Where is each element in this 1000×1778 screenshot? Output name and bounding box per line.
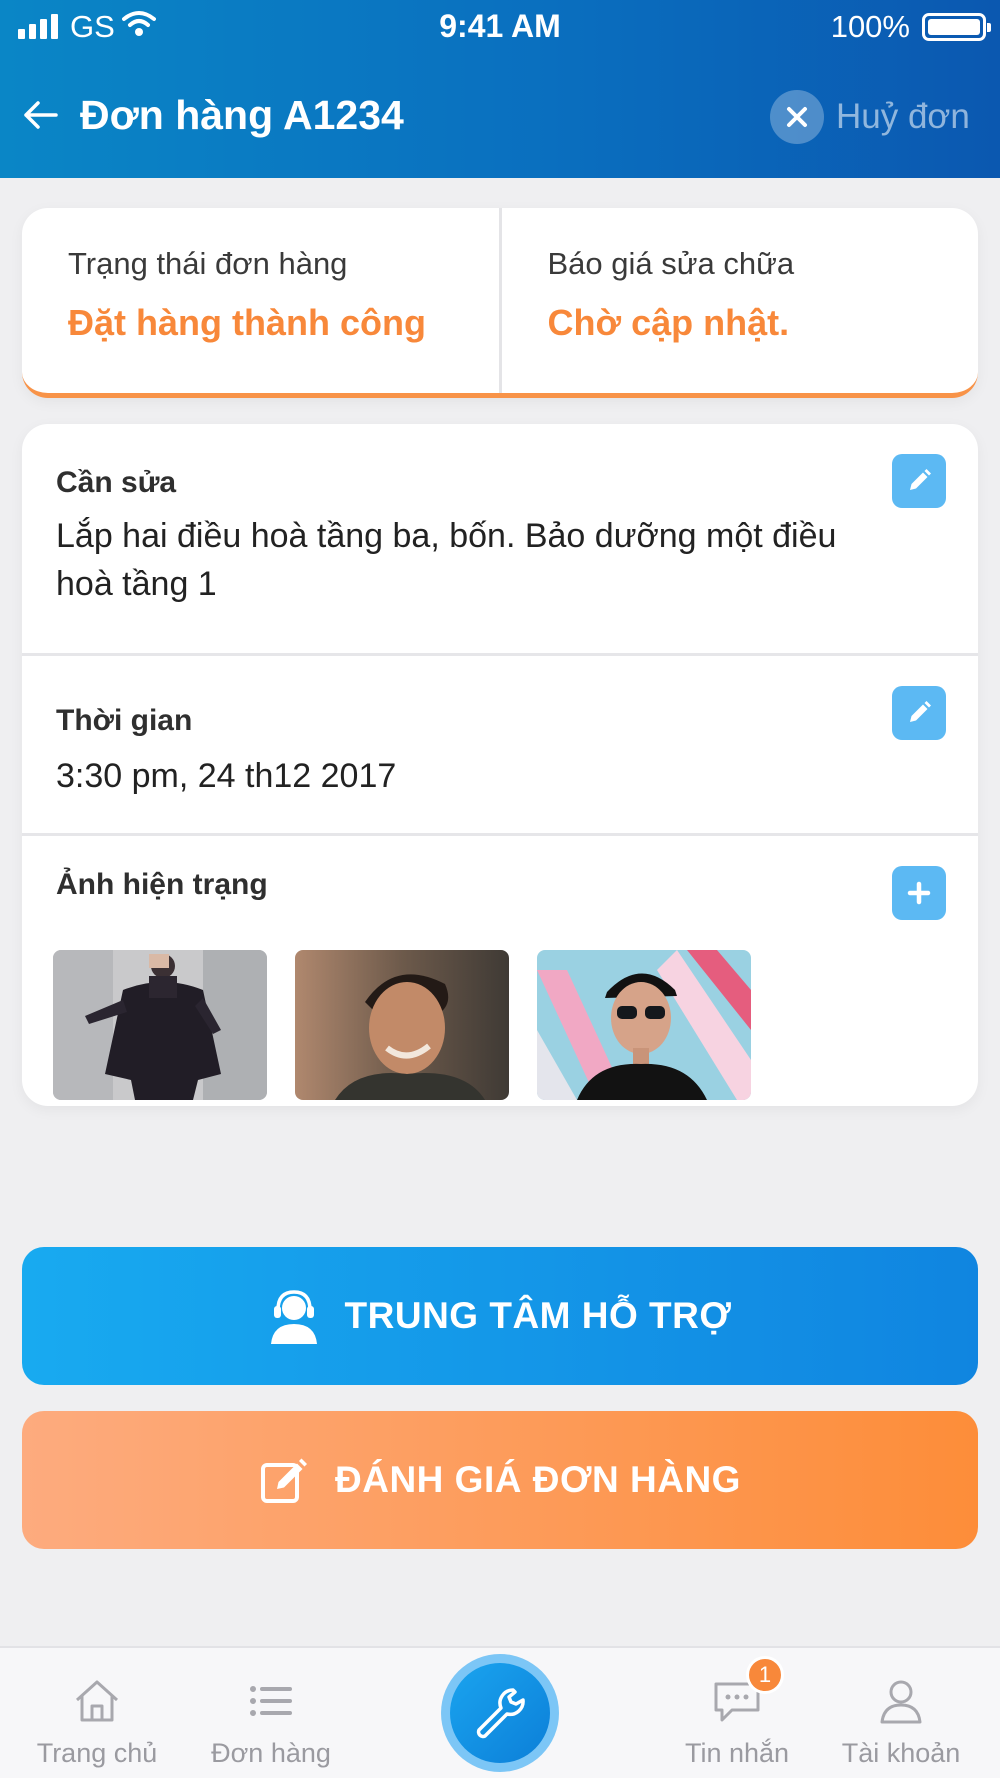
arrow-left-icon[interactable] — [20, 94, 62, 136]
order-details-card: Cần sửa Lắp hai điều hoà tầng ba, bốn. B… — [22, 424, 978, 1106]
tab-messages[interactable]: Tin nhắn — [662, 1648, 812, 1778]
support-center-button[interactable]: TRUNG TÂM HỖ TRỢ — [22, 1247, 978, 1385]
repair-need-title: Cần sửa — [56, 466, 177, 499]
schedule-value: 3:30 pm, 24 th12 2017 — [56, 757, 397, 795]
cancel-order-button[interactable]: Huỷ đơn — [770, 90, 970, 144]
photo-smiling-man[interactable] — [295, 950, 509, 1100]
photo-man-sunglasses[interactable] — [537, 950, 751, 1100]
tab-home[interactable]: Trang chủ — [22, 1648, 172, 1778]
photo-woman-black-dress[interactable] — [53, 950, 267, 1100]
support-center-label: TRUNG TÂM HỖ TRỢ — [344, 1295, 732, 1336]
rate-order-label: ĐÁNH GIÁ ĐƠN HÀNG — [335, 1459, 741, 1500]
schedule-section: Thời gian 3:30 pm, 24 th12 2017 — [22, 656, 978, 836]
photos-section: Ảnh hiện trạng — [22, 836, 978, 1106]
close-icon — [770, 90, 824, 144]
pencil-icon — [910, 469, 931, 490]
edit-time-button[interactable] — [892, 686, 946, 740]
status-bar: GS 9:41 AM 100% — [0, 0, 1000, 54]
tab-orders-label: Đơn hàng — [211, 1738, 331, 1768]
order-status-label: Trạng thái đơn hàng — [68, 246, 348, 281]
order-status-value: Đặt hàng thành công — [68, 302, 426, 343]
app-header: GS 9:41 AM 100% Đơn hàng A1234 Huỷ đơn — [0, 0, 1000, 178]
messages-badge: 1 — [746, 1656, 784, 1694]
user-icon — [880, 1680, 922, 1724]
tab-home-label: Trang chủ — [36, 1738, 158, 1768]
plus-icon — [907, 881, 931, 905]
quote-label: Báo giá sửa chữa — [547, 246, 795, 281]
edit-need-button[interactable] — [892, 454, 946, 508]
headset-user-icon — [270, 1290, 317, 1344]
battery-icon — [922, 13, 991, 41]
nav-bar: Đơn hàng A1234 Huỷ đơn — [0, 54, 1000, 178]
add-photo-button[interactable] — [892, 866, 946, 920]
home-icon — [75, 1680, 119, 1722]
list-icon — [250, 1686, 292, 1716]
tab-account-label: Tài khoản — [841, 1738, 961, 1768]
repair-need-text: Lắp hai điều hoà tầng ba, bốn. Bảo dưỡng… — [56, 517, 837, 603]
page-title: Đơn hàng A1234 — [80, 92, 404, 138]
rate-order-button[interactable]: ĐÁNH GIÁ ĐƠN HÀNG — [22, 1411, 978, 1549]
photo-gallery — [53, 950, 751, 1100]
order-status-card: Trạng thái đơn hàng Đặt hàng thành công … — [22, 208, 978, 398]
tab-repair-center[interactable] — [441, 1654, 559, 1772]
tab-orders[interactable]: Đơn hàng — [196, 1648, 346, 1778]
schedule-title: Thời gian — [56, 704, 193, 737]
photos-title: Ảnh hiện trạng — [56, 868, 268, 901]
edit-note-icon — [261, 1458, 308, 1503]
wrench-icon — [476, 1688, 525, 1739]
tab-account[interactable]: Tài khoản — [826, 1648, 976, 1778]
order-status-section: Trạng thái đơn hàng Đặt hàng thành công — [22, 208, 499, 393]
repair-need-section: Cần sửa Lắp hai điều hoà tầng ba, bốn. B… — [22, 424, 978, 656]
cancel-order-label: Huỷ đơn — [836, 97, 970, 136]
battery-percent: 100% — [830, 9, 910, 44]
tab-messages-label: Tin nhắn — [684, 1738, 790, 1768]
quote-value: Chờ cập nhật. — [547, 302, 790, 343]
pencil-icon — [910, 701, 931, 722]
quote-section: Báo giá sửa chữa Chờ cập nhật. — [498, 208, 979, 393]
